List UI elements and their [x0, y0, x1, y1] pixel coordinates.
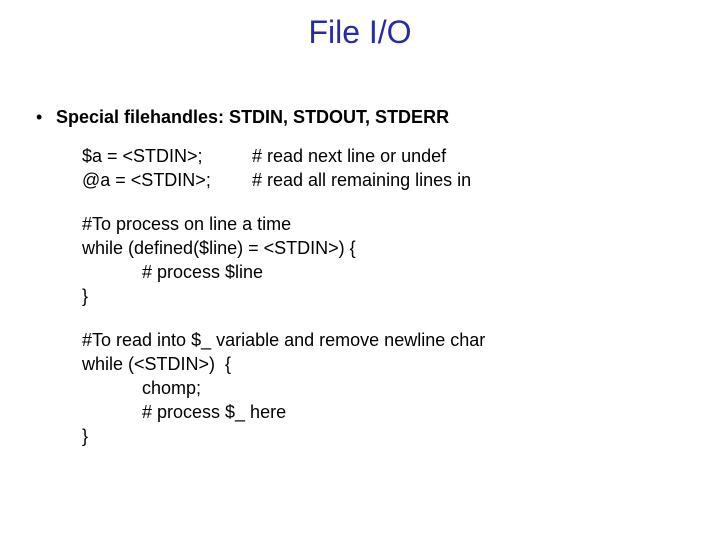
- slide-title: File I/O: [0, 0, 720, 51]
- code-line: # process $_ here: [142, 402, 286, 422]
- code-line: while (defined($line) = <STDIN>) {: [82, 238, 356, 258]
- code-line: @a = <STDIN>; # read all remaining lines…: [82, 168, 684, 192]
- code-comment: # read all remaining lines in: [252, 168, 684, 192]
- code-example-3: #To read into $_ variable and remove new…: [82, 328, 684, 448]
- code-line: # process $line: [142, 262, 263, 282]
- slide-body: • Special filehandles: STDIN, STDOUT, ST…: [36, 106, 684, 468]
- slide: File I/O • Special filehandles: STDIN, S…: [0, 0, 720, 540]
- code-example-1: $a = <STDIN>; # read next line or undef …: [82, 144, 684, 192]
- code-comment: # read next line or undef: [252, 144, 684, 168]
- code-line: $a = <STDIN>; # read next line or undef: [82, 144, 684, 168]
- bullet-dot-icon: •: [36, 106, 56, 128]
- code-text: $a = <STDIN>;: [82, 144, 252, 168]
- code-line: }: [82, 286, 88, 306]
- code-text: @a = <STDIN>;: [82, 168, 252, 192]
- code-line: }: [82, 426, 88, 446]
- bullet-item: • Special filehandles: STDIN, STDOUT, ST…: [36, 106, 684, 128]
- code-example-2: #To process on line a time while (define…: [82, 212, 684, 308]
- code-line: chomp;: [142, 378, 201, 398]
- code-line: while (<STDIN>) {: [82, 354, 231, 374]
- bullet-text: Special filehandles: STDIN, STDOUT, STDE…: [56, 106, 449, 128]
- code-line: #To process on line a time: [82, 214, 291, 234]
- code-line: #To read into $_ variable and remove new…: [82, 330, 485, 350]
